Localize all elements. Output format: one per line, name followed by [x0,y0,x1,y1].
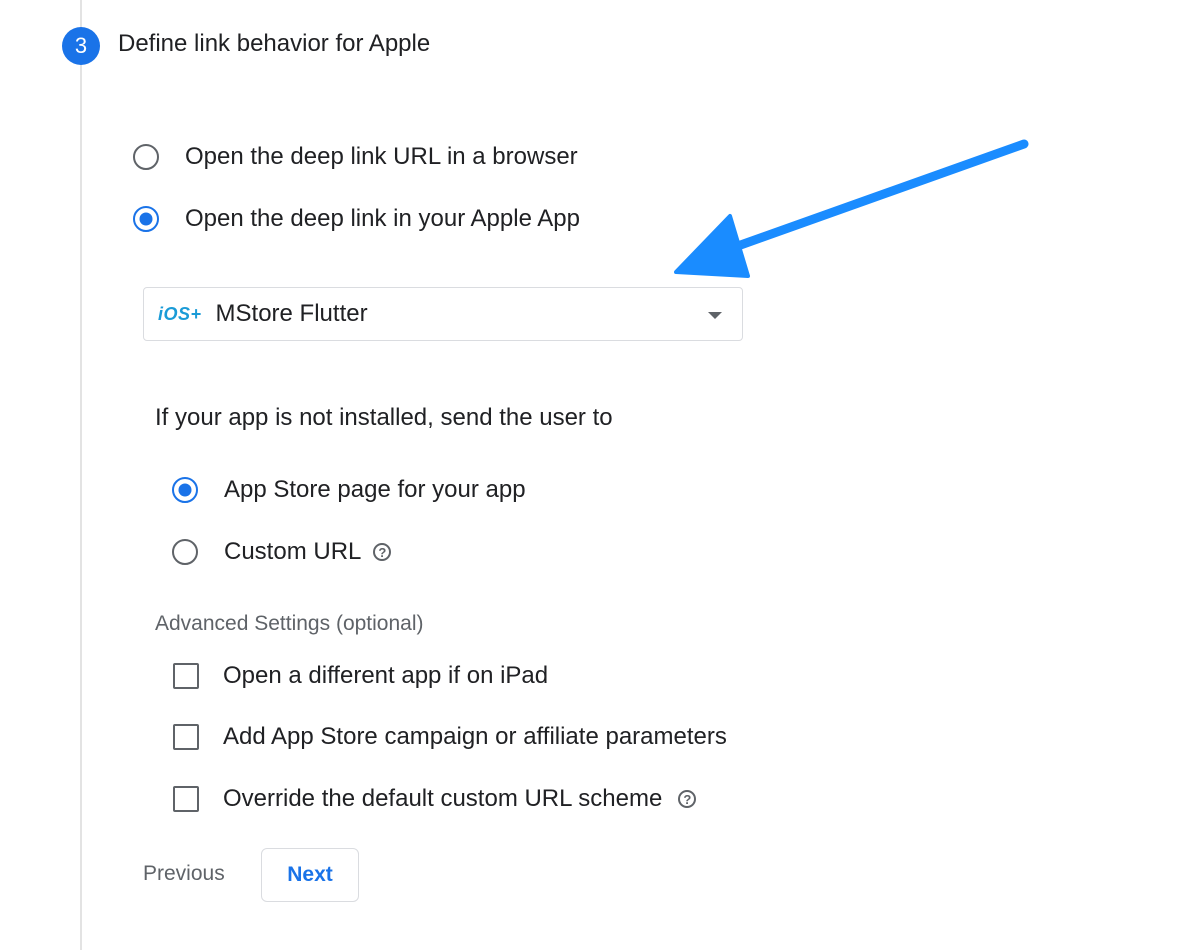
not-installed-label: If your app is not installed, send the u… [155,404,613,431]
checkbox-override-url-scheme[interactable]: Override the default custom URL scheme ? [173,785,697,813]
checkbox-label: Override the default custom URL scheme [223,785,663,812]
checkbox-campaign-parameters[interactable]: Add App Store campaign or affiliate para… [173,723,727,751]
checkbox[interactable] [173,724,199,750]
help-icon[interactable]: ? [678,790,697,808]
radio-label: App Store page for your app [224,476,526,503]
radio-button[interactable] [172,539,198,565]
checkbox-label: Add App Store campaign or affiliate para… [223,723,727,750]
advanced-settings-label: Advanced Settings (optional) [155,612,424,635]
radio-custom-url[interactable]: Custom URL ? [172,538,392,566]
radio-app-store-page[interactable]: App Store page for your app [172,476,526,504]
checkbox[interactable] [173,663,199,689]
checkbox-different-app-ipad[interactable]: Open a different app if on iPad [173,662,548,690]
radio-button-selected[interactable] [172,477,198,503]
help-icon[interactable]: ? [373,543,392,561]
radio-label: Custom URL [224,538,362,565]
previous-button[interactable]: Previous [143,862,225,886]
checkbox-label: Open a different app if on iPad [223,662,549,689]
next-button[interactable]: Next [261,848,359,902]
checkbox[interactable] [173,786,199,812]
